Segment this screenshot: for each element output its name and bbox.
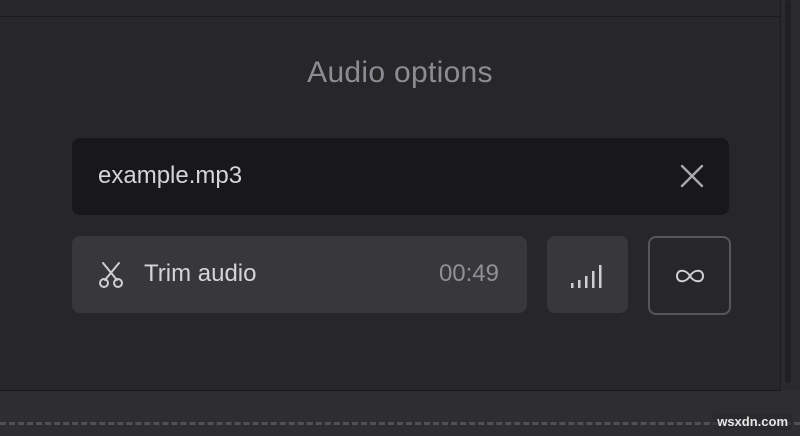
volume-bars-icon: [571, 265, 602, 288]
panel-title: Audio options: [307, 56, 493, 89]
loop-button[interactable]: [648, 236, 731, 315]
audio-file-name: example.mp3: [98, 162, 243, 189]
infinity-icon: [675, 269, 705, 283]
audio-file-field[interactable]: example.mp3: [72, 138, 729, 215]
audio-duration: 00:49: [438, 260, 499, 287]
bottom-drop-zone: wsxdn.com: [0, 391, 800, 436]
audio-options-screen: Audio options example.mp3 Trim audio 00:…: [0, 0, 800, 436]
volume-button[interactable]: [547, 236, 628, 313]
trim-audio-button[interactable]: Trim audio 00:49: [72, 236, 527, 313]
dashed-divider: [0, 422, 800, 425]
close-icon[interactable]: [677, 161, 707, 191]
watermark: wsxdn.com: [713, 413, 792, 430]
trim-audio-label: Trim audio: [144, 260, 257, 287]
scissors-icon: [97, 261, 125, 289]
top-toolbar-strip: [0, 0, 780, 17]
